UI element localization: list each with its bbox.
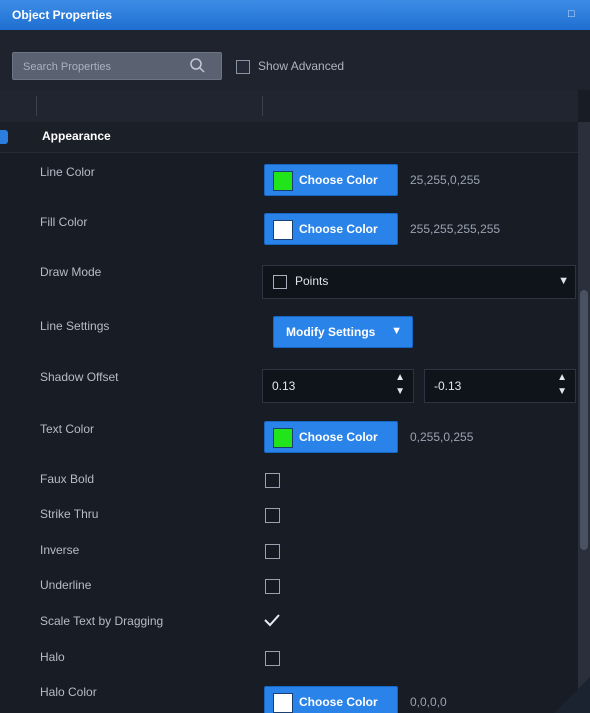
search-icon[interactable] — [189, 57, 205, 73]
underline-label: Underline — [40, 578, 92, 592]
show-advanced-checkbox[interactable] — [236, 60, 250, 74]
draw-mode-value: Points — [295, 274, 329, 288]
search-box[interactable] — [12, 52, 222, 80]
inverse-label: Inverse — [40, 543, 80, 557]
line-color-button[interactable]: Choose Color — [264, 164, 398, 196]
chevron-down-icon[interactable]: ▼ — [558, 275, 569, 287]
choose-color-label: Choose Color — [299, 695, 378, 709]
shadow-offset-y-value: -0.13 — [434, 379, 462, 393]
panel-title: Object Properties — [12, 8, 113, 22]
halo-color-label: Halo Color — [40, 685, 97, 699]
faux-bold-label: Faux Bold — [40, 472, 95, 486]
shadow-offset-y-input[interactable]: -0.13 ▲ ▼ — [424, 369, 576, 403]
strike-thru-checkbox[interactable] — [265, 508, 280, 523]
line-settings-label: Line Settings — [40, 319, 110, 333]
window-corner — [554, 677, 590, 713]
halo-checkbox[interactable] — [265, 651, 280, 666]
points-checkbox[interactable] — [273, 275, 287, 289]
section-title: Appearance — [42, 129, 111, 143]
color-swatch — [273, 693, 293, 713]
section-collapse-toggle[interactable] — [0, 130, 8, 144]
line-color-value: 25,255,0,255 — [410, 173, 481, 187]
draw-mode-label: Draw Mode — [40, 265, 102, 279]
title-bar: Object Properties □ — [0, 0, 590, 31]
strike-thru-label: Strike Thru — [40, 507, 99, 521]
choose-color-label: Choose Color — [299, 222, 378, 236]
increment-icon[interactable]: ▲ — [395, 372, 405, 383]
column-divider[interactable] — [36, 96, 37, 116]
column-headers — [0, 90, 578, 123]
increment-icon[interactable]: ▲ — [557, 372, 567, 383]
show-advanced-label: Show Advanced — [258, 59, 345, 73]
decrement-icon[interactable]: ▼ — [395, 386, 405, 397]
shadow-offset-x-input[interactable]: 0.13 ▲ ▼ — [262, 369, 414, 403]
scrollbar-thumb[interactable] — [580, 290, 588, 550]
section-appearance[interactable]: Appearance — [0, 122, 578, 153]
shadow-offset-x-value: 0.13 — [272, 379, 296, 393]
scale-text-label: Scale Text by Dragging — [40, 614, 164, 628]
search-row: Show Advanced — [0, 30, 590, 90]
decrement-icon[interactable]: ▼ — [557, 386, 567, 397]
modify-settings-button[interactable]: Modify Settings ▼ — [273, 316, 413, 348]
color-swatch — [273, 220, 293, 240]
text-color-value: 0,255,0,255 — [410, 430, 474, 444]
choose-color-label: Choose Color — [299, 173, 378, 187]
fill-color-label: Fill Color — [40, 215, 88, 229]
scale-text-checkbox[interactable] — [263, 612, 281, 628]
search-input[interactable] — [21, 57, 185, 77]
underline-checkbox[interactable] — [265, 579, 280, 594]
column-divider[interactable] — [262, 96, 263, 116]
color-swatch — [273, 428, 293, 448]
faux-bold-checkbox[interactable] — [265, 473, 280, 488]
fill-color-button[interactable]: Choose Color — [264, 213, 398, 245]
halo-color-button[interactable]: Choose Color — [264, 686, 398, 713]
object-properties-panel: Object Properties □ Show Advanced Appear… — [0, 0, 590, 713]
color-swatch — [273, 171, 293, 191]
text-color-button[interactable]: Choose Color — [264, 421, 398, 453]
halo-color-value: 0,0,0,0 — [410, 695, 447, 709]
shadow-offset-label: Shadow Offset — [40, 370, 119, 384]
line-color-label: Line Color — [40, 165, 95, 179]
fill-color-value: 255,255,255,255 — [410, 222, 501, 236]
draw-mode-dropdown[interactable]: Points ▼ — [262, 265, 576, 299]
pin-icon[interactable]: □ — [568, 8, 580, 20]
inverse-checkbox[interactable] — [265, 544, 280, 559]
modify-settings-label: Modify Settings — [286, 325, 376, 339]
choose-color-label: Choose Color — [299, 430, 378, 444]
halo-label: Halo — [40, 650, 65, 664]
text-color-label: Text Color — [40, 422, 95, 436]
chevron-down-icon: ▼ — [391, 325, 402, 337]
